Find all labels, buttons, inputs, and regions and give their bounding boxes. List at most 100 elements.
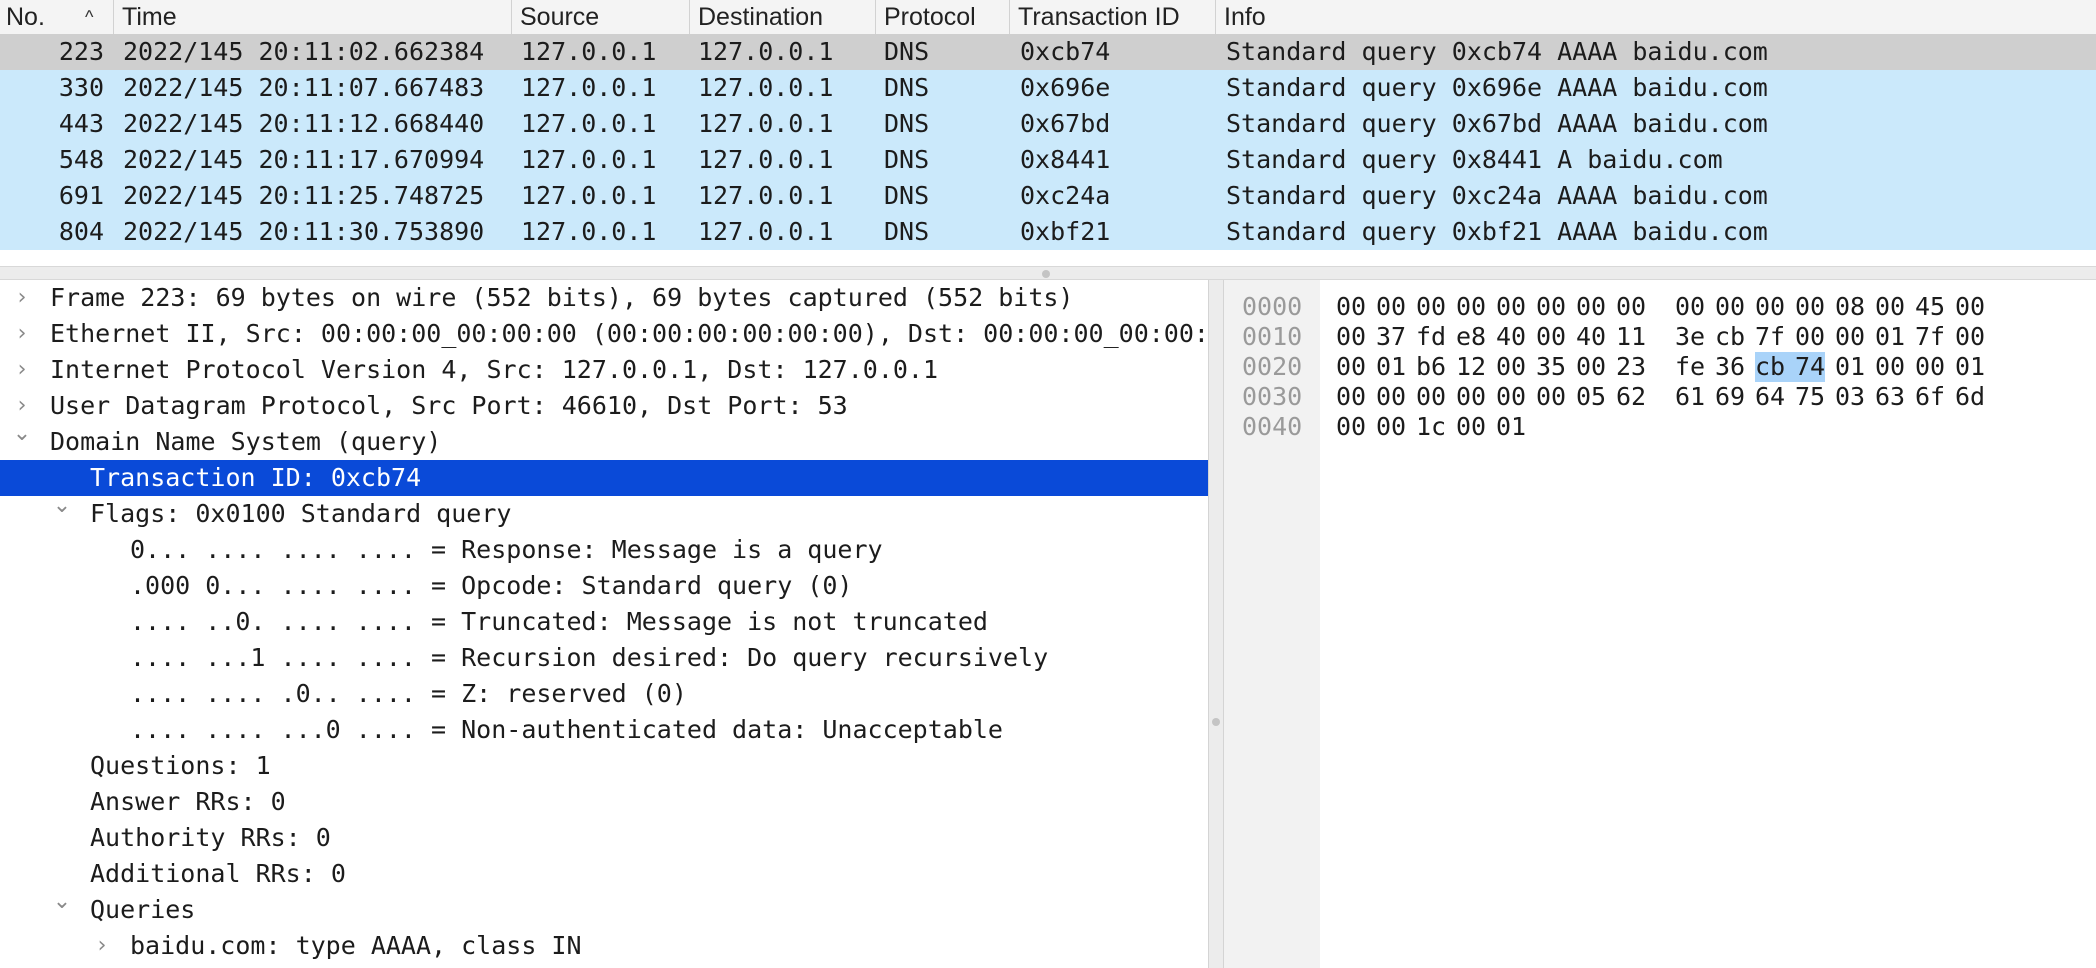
packet-row[interactable]: 691 2022/145 20:11:25.748725 127.0.0.1 127.… (0, 178, 2096, 214)
packet-bytes-pane[interactable]: 0000 00 00 00 00 00 00 00 00 00 00 00 00 08 00 45 00 0010… (1224, 280, 2096, 968)
hex-byte[interactable]: 00 (1795, 292, 1825, 322)
chevron-right-icon[interactable]: › (92, 928, 112, 964)
column-header-source[interactable]: Source (512, 0, 690, 34)
detail-row[interactable]: › Frame 223: 69 bytes on wire (552 bits),… (0, 280, 1208, 316)
detail-row[interactable]: 0... .... .... .... = Response: Message … (0, 532, 1208, 568)
hex-byte[interactable]: 01 (1955, 352, 1985, 382)
hex-byte[interactable]: 00 (1875, 352, 1905, 382)
hex-byte[interactable]: 63 (1875, 382, 1905, 412)
hex-byte[interactable]: 00 (1496, 292, 1526, 322)
hex-byte[interactable]: 12 (1456, 352, 1486, 382)
hex-byte[interactable]: 00 (1336, 292, 1366, 322)
hex-byte[interactable]: 00 (1915, 352, 1945, 382)
hex-byte[interactable]: 37 (1376, 322, 1406, 352)
sort-ascending-icon[interactable]: ^ (85, 0, 93, 34)
hex-byte[interactable]: 6f (1915, 382, 1945, 412)
packet-details-tree[interactable]: › Frame 223: 69 bytes on wire (552 bits),… (0, 280, 1208, 968)
detail-row[interactable]: › baidu.com: type AAAA, class IN (0, 928, 1208, 964)
hex-byte[interactable]: 01 (1835, 352, 1865, 382)
hex-byte[interactable]: 45 (1915, 292, 1945, 322)
hex-byte[interactable]: 00 (1336, 352, 1366, 382)
hex-byte[interactable]: 00 (1576, 352, 1606, 382)
column-header-info[interactable]: Info (1216, 0, 2096, 34)
hex-byte[interactable]: 00 (1416, 292, 1446, 322)
hex-byte[interactable]: 75 (1795, 382, 1825, 412)
hex-byte[interactable]: 00 (1536, 292, 1566, 322)
packet-row-selected[interactable]: 223 2022/145 20:11:02.662384 127.0.0.1 127.… (0, 34, 2096, 70)
hex-byte[interactable]: 00 (1955, 292, 1985, 322)
hex-byte[interactable]: 69 (1715, 382, 1745, 412)
hex-byte[interactable]: 00 (1576, 292, 1606, 322)
hex-byte[interactable]: 6d (1955, 382, 1985, 412)
hex-byte[interactable]: 23 (1616, 352, 1646, 382)
hex-byte[interactable]: 35 (1536, 352, 1566, 382)
hex-byte[interactable]: 36 (1715, 352, 1745, 382)
hex-byte[interactable]: 00 (1456, 382, 1486, 412)
hex-byte[interactable]: fe (1675, 352, 1705, 382)
hex-byte[interactable]: 40 (1496, 322, 1526, 352)
chevron-down-icon[interactable]: ⌄ (12, 416, 32, 452)
splitter-grip-icon[interactable] (1212, 718, 1220, 726)
packet-row[interactable]: 804 2022/145 20:11:30.753890 127.0.0.1 127.… (0, 214, 2096, 250)
column-header-protocol[interactable]: Protocol (876, 0, 1010, 34)
hex-byte[interactable]: 00 (1456, 292, 1486, 322)
hex-byte[interactable]: 00 (1376, 292, 1406, 322)
hex-byte[interactable]: 00 (1755, 292, 1785, 322)
hex-byte[interactable]: 01 (1496, 412, 1526, 442)
hex-byte[interactable]: e8 (1456, 322, 1486, 352)
detail-row[interactable]: Answer RRs: 0 (0, 784, 1208, 820)
hex-byte[interactable]: cb (1715, 322, 1745, 352)
column-header-time[interactable]: Time (114, 0, 512, 34)
chevron-right-icon[interactable]: › (12, 352, 32, 388)
detail-row[interactable]: Authority RRs: 0 (0, 820, 1208, 856)
hex-byte[interactable]: 1c (1416, 412, 1446, 442)
detail-row[interactable]: Questions: 1 (0, 748, 1208, 784)
hex-byte[interactable]: 00 (1955, 322, 1985, 352)
detail-row[interactable]: › User Datagram Protocol, Src Port: 46610… (0, 388, 1208, 424)
detail-row[interactable]: .... ..0. .... .... = Truncated: Message… (0, 604, 1208, 640)
hex-byte[interactable]: 00 (1336, 412, 1366, 442)
column-header-destination[interactable]: Destination (690, 0, 876, 34)
hex-byte[interactable]: 00 (1336, 322, 1366, 352)
hex-byte[interactable]: 00 (1875, 292, 1905, 322)
detail-row[interactable]: .... .... .0.. .... = Z: reserved (0) (0, 676, 1208, 712)
hex-byte[interactable]: 62 (1616, 382, 1646, 412)
hex-byte[interactable]: 7f (1915, 322, 1945, 352)
hex-byte[interactable]: fd (1416, 322, 1446, 352)
hex-byte[interactable]: 40 (1576, 322, 1606, 352)
hex-byte[interactable]: 03 (1835, 382, 1865, 412)
hex-byte[interactable]: 64 (1755, 382, 1785, 412)
hex-byte[interactable]: 05 (1576, 382, 1606, 412)
detail-row[interactable]: Additional RRs: 0 (0, 856, 1208, 892)
detail-row[interactable]: ⌄ Queries (0, 889, 1208, 928)
hex-byte[interactable]: 3e (1675, 322, 1705, 352)
hex-byte[interactable]: 00 (1675, 292, 1705, 322)
hex-byte[interactable]: 01 (1376, 352, 1406, 382)
hex-byte[interactable]: 00 (1456, 412, 1486, 442)
hex-byte[interactable]: 00 (1376, 382, 1406, 412)
hex-byte[interactable]: 00 (1496, 352, 1526, 382)
chevron-down-icon[interactable]: ⌄ (52, 488, 72, 524)
hex-byte[interactable]: 00 (1336, 382, 1366, 412)
detail-row[interactable]: › Internet Protocol Version 4, Src: 127.0… (0, 352, 1208, 388)
pane-splitter-horizontal[interactable] (0, 266, 2096, 280)
hex-byte[interactable]: 7f (1755, 322, 1785, 352)
detail-row[interactable]: › Ethernet II, Src: 00:00:00_00:00:00 (00… (0, 316, 1208, 352)
packet-row[interactable]: 330 2022/145 20:11:07.667483 127.0.0.1 127.… (0, 70, 2096, 106)
hex-byte[interactable]: 00 (1616, 292, 1646, 322)
chevron-down-icon[interactable]: ⌄ (52, 884, 72, 920)
hex-byte[interactable]: 00 (1795, 322, 1825, 352)
hex-byte[interactable]: 00 (1496, 382, 1526, 412)
hex-byte[interactable]: 00 (1835, 322, 1865, 352)
chevron-right-icon[interactable]: › (12, 316, 32, 352)
splitter-grip-icon[interactable] (1042, 270, 1050, 278)
detail-row-selected[interactable]: Transaction ID: 0xcb74 (0, 460, 1208, 496)
hex-byte[interactable]: 11 (1616, 322, 1646, 352)
hex-byte-highlighted[interactable]: 74 (1790, 352, 1826, 382)
hex-byte[interactable]: 00 (1376, 412, 1406, 442)
column-header-transaction-id[interactable]: Transaction ID (1010, 0, 1216, 34)
detail-row[interactable]: .... ...1 .... .... = Recursion desired:… (0, 640, 1208, 676)
hex-byte[interactable]: 00 (1536, 322, 1566, 352)
hex-byte[interactable]: 00 (1536, 382, 1566, 412)
hex-byte[interactable]: 08 (1835, 292, 1865, 322)
